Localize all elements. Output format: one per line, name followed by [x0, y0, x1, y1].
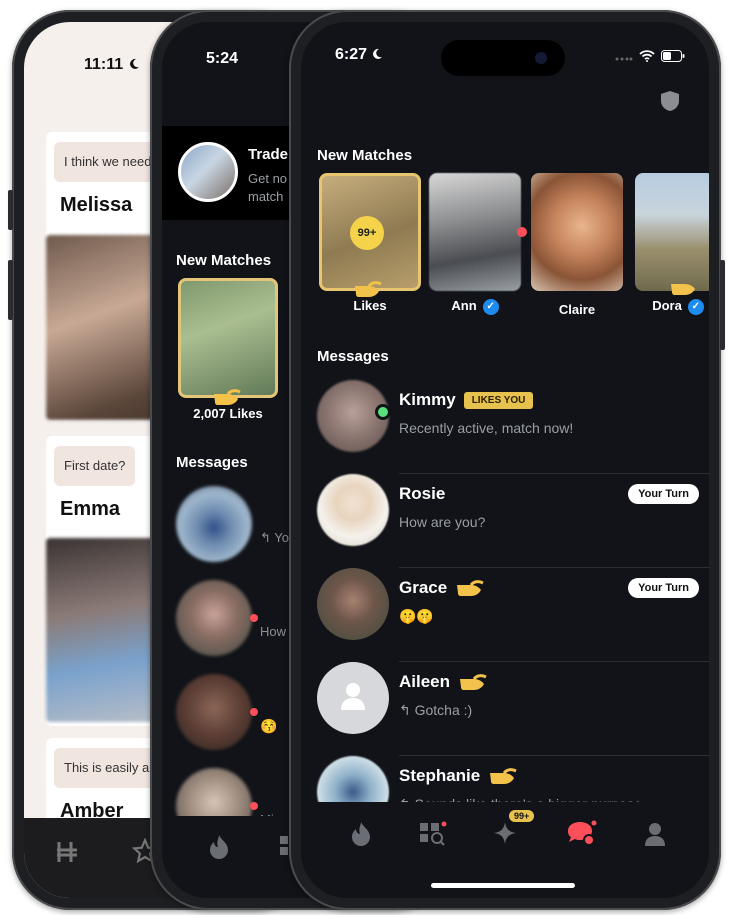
default-avatar-icon: [341, 683, 365, 710]
likes-label: 2,007 Likes: [193, 406, 263, 421]
contact-name: Kimmy LIKES YOU: [399, 390, 534, 410]
match-photo-dora[interactable]: [635, 173, 709, 291]
home-indicator[interactable]: [431, 883, 575, 888]
hand-icon: [671, 284, 695, 295]
message-row-grace[interactable]: Grace 🤫🤫 Your Turn: [301, 568, 709, 662]
power-button: [720, 260, 725, 350]
likes-tile[interactable]: 99+: [319, 173, 421, 291]
likes-count-badge: 99+: [350, 216, 384, 250]
tab-bar: 99+: [301, 802, 709, 898]
unread-dot: [250, 614, 258, 622]
card-quote: First date?: [54, 446, 136, 486]
card-name: Melissa: [60, 194, 133, 216]
match-label-claire: Claire: [558, 302, 596, 317]
tab-chat[interactable]: [561, 816, 601, 852]
unread-dot: [250, 708, 258, 716]
message-avatar[interactable]: [176, 580, 252, 656]
likes-you-badge: LIKES YOU: [463, 391, 534, 409]
message-preview: ↰ Yo: [260, 530, 289, 545]
avatar: [317, 474, 389, 546]
tab-home[interactable]: [341, 816, 381, 852]
hand-icon: [460, 674, 487, 690]
message-preview: Recently active, match now!: [399, 420, 574, 436]
contact-name: Grace: [399, 578, 485, 598]
h-logo-icon[interactable]: [54, 840, 80, 864]
likes-count-badge: 99+: [509, 810, 535, 822]
moon-icon: [373, 48, 383, 59]
flame-icon[interactable]: [208, 834, 230, 860]
status-icons: [615, 50, 685, 62]
message-avatar[interactable]: [176, 486, 252, 562]
flame-icon: [352, 822, 370, 846]
status-time: 5:24: [206, 50, 239, 67]
messages-title: Messages: [176, 454, 248, 471]
hand-icon: [490, 768, 517, 784]
match-photo-ann[interactable]: [429, 173, 521, 291]
banner-subtitle-line: match: [248, 189, 284, 204]
message-row-aileen[interactable]: Aileen ↰ Gotcha :): [301, 662, 709, 756]
likes-tile[interactable]: [178, 278, 278, 398]
match-photo-claire[interactable]: [531, 173, 623, 291]
likes-label: Likes: [353, 298, 387, 313]
verified-icon: ✓: [482, 298, 499, 315]
explore-icon: [420, 821, 447, 846]
volume-button: [8, 260, 13, 320]
message-preview: ↰ Gotcha :): [399, 702, 473, 718]
front-phone: 6:27 New Matches 99+ Likes Ann ✓ Claire D…: [289, 10, 725, 910]
contact-name: Rosie: [399, 484, 446, 503]
avatar: [317, 662, 389, 734]
moon-icon: [129, 58, 139, 69]
signal-icon: [615, 57, 633, 61]
shield-icon[interactable]: [659, 90, 681, 112]
battery-icon: [661, 50, 685, 62]
tab-likes[interactable]: 99+: [487, 810, 535, 852]
sparkle-icon: [494, 822, 516, 844]
your-turn-badge: Your Turn: [628, 578, 699, 598]
unread-dot: [250, 802, 258, 810]
camera-icon: [535, 52, 547, 64]
tab-profile[interactable]: [635, 816, 675, 852]
status-time: 11:11: [84, 56, 140, 74]
message-preview: How: [260, 624, 287, 639]
chat-icon: [568, 820, 597, 846]
verified-icon: ✓: [687, 298, 704, 315]
message-preview: How are you?: [399, 514, 486, 530]
front-screen: 6:27 New Matches 99+ Likes Ann ✓ Claire D…: [301, 22, 709, 898]
tab-explore[interactable]: [413, 816, 453, 852]
messages-title: Messages: [317, 348, 389, 365]
hand-icon: [214, 389, 241, 405]
banner-subtitle-line: Get no: [248, 171, 288, 186]
hand-icon: [457, 580, 484, 596]
new-match-dot: [517, 227, 527, 237]
your-turn-badge: Your Turn: [628, 484, 699, 504]
message-avatar[interactable]: [176, 674, 252, 750]
banner-avatar: [178, 142, 238, 202]
new-matches-title: New Matches: [317, 147, 413, 164]
contact-name: Stephanie: [399, 766, 518, 786]
banner-title: Trade: [248, 146, 289, 163]
avatar: [317, 568, 389, 640]
message-row-rosie[interactable]: Rosie How are you? Your Turn: [301, 474, 709, 568]
volume-button: [8, 190, 13, 230]
message-preview: 😚: [260, 718, 278, 734]
wifi-icon: [639, 50, 655, 62]
contact-name: Aileen: [399, 672, 488, 692]
match-label-ann: Ann ✓: [429, 298, 521, 315]
profile-icon: [645, 823, 665, 846]
match-label-dora: Dora ✓: [635, 298, 709, 315]
card-name: Emma: [60, 498, 121, 520]
message-row-kimmy[interactable]: Kimmy LIKES YOU Recently active, match no…: [301, 380, 709, 474]
message-preview: 🤫🤫: [399, 608, 434, 624]
online-indicator: [375, 404, 391, 420]
dynamic-island: [441, 40, 565, 76]
banner-subtitle: Get no match: [248, 170, 287, 206]
status-time: 6:27: [335, 46, 383, 64]
hand-icon: [355, 281, 382, 297]
new-matches-title: New Matches: [176, 252, 272, 269]
